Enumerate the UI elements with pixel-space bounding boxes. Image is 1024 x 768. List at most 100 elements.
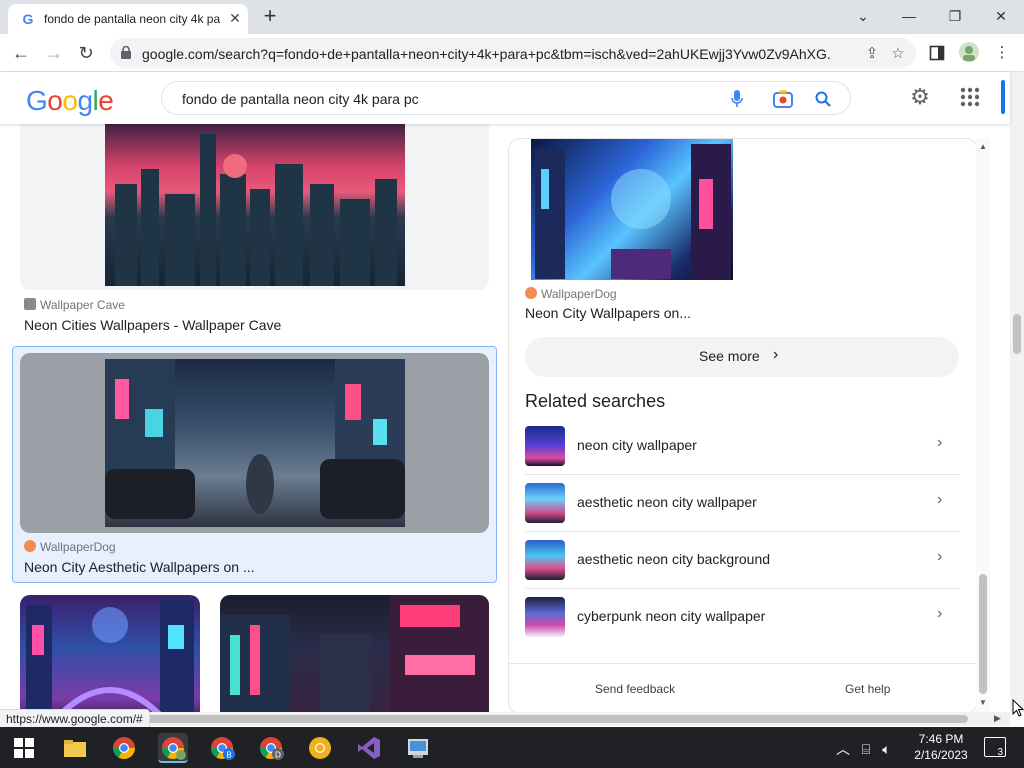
side-panel-icon[interactable] — [925, 42, 949, 64]
minimize-icon[interactable]: — — [886, 2, 932, 30]
wallpaperdog-favicon-icon — [525, 287, 537, 299]
file-explorer-icon[interactable] — [60, 733, 90, 763]
preview-image[interactable] — [531, 139, 733, 280]
image-result-card[interactable] — [220, 595, 489, 712]
see-more-button[interactable]: See more › — [525, 337, 959, 377]
network-icon[interactable]: ⌸ — [862, 741, 870, 757]
related-search-item[interactable]: aesthetic neon city wallpaper › — [525, 475, 959, 532]
forward-icon[interactable]: → — [41, 41, 67, 65]
tab-search-icon[interactable]: ⌄ — [840, 2, 886, 30]
scroll-right-arrow-icon[interactable]: ▶ — [994, 713, 1001, 724]
page-horizontal-scrollbar[interactable]: ▶ — [0, 712, 1010, 726]
preview-title[interactable]: Neon City Wallpapers on... — [525, 305, 691, 321]
chrome-profile-d-icon[interactable]: D — [256, 733, 286, 763]
settings-gear-icon[interactable]: ⚙ — [908, 85, 932, 109]
url-text: google.com/search?q=fondo+de+pantalla+ne… — [142, 46, 832, 62]
lock-icon — [121, 46, 131, 59]
send-feedback-link[interactable]: Send feedback — [595, 682, 675, 696]
svg-text:D: D — [275, 751, 281, 760]
related-search-item[interactable]: neon city wallpaper › — [525, 418, 959, 475]
windows-start-icon[interactable] — [14, 738, 34, 758]
scroll-up-arrow-icon[interactable]: ▲ — [979, 142, 987, 151]
share-icon[interactable]: ⇪ — [862, 44, 882, 64]
panel-scrollbar-thumb[interactable] — [979, 574, 987, 694]
page-scrollbar-thumb[interactable] — [1013, 314, 1021, 354]
see-more-label: See more — [699, 348, 760, 364]
browser-toolbar: ← → ↻ google.com/search?q=fondo+de+panta… — [0, 34, 1024, 72]
preview-source[interactable]: WallpaperDog — [525, 287, 617, 301]
taskbar-clock[interactable]: 7:46 PM 2/16/2023 — [908, 731, 974, 763]
get-help-link[interactable]: Get help — [845, 682, 890, 696]
tab-title: fondo de pantalla neon city 4k para pc -… — [44, 12, 220, 26]
chevron-right-icon: › — [937, 548, 943, 565]
search-query-text: fondo de pantalla neon city 4k para pc — [182, 91, 419, 107]
new-tab-button[interactable]: + — [258, 5, 282, 29]
close-window-icon[interactable]: ✕ — [978, 2, 1024, 30]
browser-menu-icon[interactable]: ⋮ — [990, 42, 1014, 64]
related-search-label: cyberpunk neon city wallpaper — [577, 608, 766, 624]
result-image — [105, 124, 405, 286]
wallpaperdog-favicon-icon — [24, 540, 36, 552]
voice-search-icon[interactable] — [726, 88, 748, 110]
back-icon[interactable]: ← — [8, 41, 34, 65]
related-search-item[interactable]: cyberpunk neon city wallpaper › — [525, 589, 959, 646]
apps-grid-icon[interactable] — [958, 85, 982, 109]
profile-avatar[interactable] — [957, 42, 981, 64]
chrome-icon[interactable] — [109, 733, 139, 763]
address-bar[interactable]: google.com/search?q=fondo+de+pantalla+ne… — [110, 38, 916, 68]
result-image — [26, 600, 194, 712]
panel-scrollbar[interactable]: ▲ ▼ — [976, 138, 990, 712]
google-header: Google fondo de pantalla neon city 4k pa… — [0, 72, 1010, 124]
browser-tab[interactable]: G fondo de pantalla neon city 4k para pc… — [8, 4, 248, 34]
logo-letter: o — [47, 85, 63, 116]
related-search-item[interactable]: aesthetic neon city background › — [525, 532, 959, 589]
page-vertical-scrollbar[interactable] — [1010, 72, 1024, 712]
chevron-right-icon: › — [773, 346, 779, 363]
chrome-canary-icon[interactable] — [305, 733, 335, 763]
related-search-label: neon city wallpaper — [577, 437, 697, 453]
google-logo[interactable]: Google — [26, 85, 114, 117]
wallpaper-cave-favicon-icon — [24, 298, 36, 310]
panel-footer: Send feedback Get help — [509, 663, 977, 712]
clock-time: 7:46 PM — [918, 732, 964, 746]
tray-chevron-up-icon[interactable]: ︿ — [836, 741, 850, 757]
account-button-edge[interactable] — [1001, 80, 1005, 114]
visual-studio-icon[interactable] — [354, 733, 384, 763]
google-favicon-icon: G — [22, 11, 34, 27]
volume-icon[interactable]: 🔈︎ — [882, 741, 890, 757]
result-source[interactable]: Wallpaper Cave — [24, 298, 125, 312]
search-input[interactable]: fondo de pantalla neon city 4k para pc — [161, 81, 851, 115]
notification-center-icon[interactable]: 3 — [984, 737, 1006, 758]
mouse-cursor-icon — [1012, 699, 1024, 717]
chrome-profile-b-icon[interactable]: B — [207, 733, 237, 763]
control-panel-icon[interactable] — [403, 733, 433, 763]
result-source[interactable]: WallpaperDog — [24, 540, 116, 554]
chevron-right-icon: › — [937, 491, 943, 508]
logo-letter: o — [62, 85, 78, 116]
image-result-card[interactable] — [20, 595, 200, 712]
image-preview-panel: WallpaperDog Neon City Wallpapers on... … — [508, 138, 978, 712]
result-title[interactable]: Neon City Aesthetic Wallpapers on ... — [24, 559, 255, 575]
restore-icon[interactable]: ❐ — [932, 2, 978, 30]
related-search-label: aesthetic neon city background — [577, 551, 771, 567]
close-tab-icon[interactable]: ✕ — [226, 9, 244, 27]
related-thumbnail — [525, 426, 565, 466]
chevron-right-icon: › — [937, 434, 943, 451]
reload-icon[interactable]: ↻ — [73, 41, 99, 65]
status-bar-url: https://www.google.com/# — [0, 709, 150, 727]
related-thumbnail — [525, 483, 565, 523]
chrome-profile-active-icon[interactable] — [158, 733, 188, 763]
clock-date: 2/16/2023 — [914, 748, 968, 762]
system-tray[interactable]: ︿ ⌸ 🔈︎ — [836, 739, 891, 759]
bookmark-star-icon[interactable]: ☆ — [888, 44, 908, 64]
logo-letter: e — [98, 85, 114, 116]
image-result-card[interactable] — [20, 124, 489, 290]
search-icon[interactable] — [812, 88, 834, 110]
image-result-card[interactable] — [20, 353, 489, 533]
related-thumbnail — [525, 540, 565, 580]
lens-search-icon[interactable] — [772, 88, 794, 110]
results-page: Wallpaper Cave Neon Cities Wallpapers - … — [0, 124, 1010, 712]
tab-bar: G fondo de pantalla neon city 4k para pc… — [0, 0, 1024, 34]
scroll-down-arrow-icon[interactable]: ▼ — [979, 698, 987, 707]
result-title[interactable]: Neon Cities Wallpapers - Wallpaper Cave — [24, 317, 281, 333]
